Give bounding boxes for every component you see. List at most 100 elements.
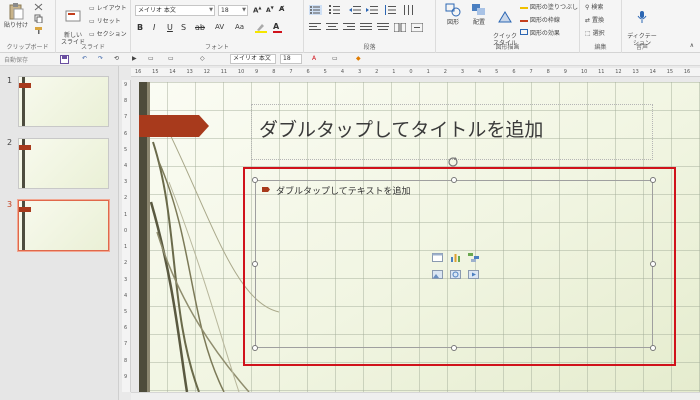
ruler-tick-label: 4 bbox=[124, 292, 128, 299]
format-painter-icon[interactable] bbox=[34, 26, 43, 35]
copy-icon[interactable] bbox=[34, 14, 43, 23]
select-button[interactable]: ⬚ 選択 bbox=[585, 28, 605, 37]
mini-fill-icon[interactable]: ◆ bbox=[356, 55, 361, 62]
ruler-tick-label: 9 bbox=[255, 69, 259, 75]
find-button[interactable]: ⚲ 検索 bbox=[585, 2, 603, 11]
columns-icon[interactable] bbox=[394, 23, 406, 32]
distributed-icon[interactable] bbox=[377, 23, 389, 32]
ruler-tick-label: 2 bbox=[375, 69, 379, 75]
shrink-font-button[interactable]: A▼ bbox=[266, 5, 274, 14]
ruler-tick-label: 9 bbox=[563, 69, 567, 75]
mini-font-color-icon[interactable]: A bbox=[312, 55, 316, 62]
paragraph-group: 段落 bbox=[304, 0, 436, 53]
shape-outline-button[interactable]: 図形の枠線 bbox=[520, 15, 560, 24]
title-flag-arrow bbox=[139, 115, 209, 137]
undo-icon[interactable]: ↶ bbox=[82, 55, 87, 62]
ruler-tick-label: 10 bbox=[580, 69, 588, 75]
ruler-tick-label: 2 bbox=[443, 69, 447, 75]
font-color-button[interactable]: A bbox=[273, 22, 282, 33]
repeat-icon[interactable]: ⟲ bbox=[114, 55, 119, 62]
highlight-button[interactable] bbox=[255, 22, 267, 35]
ruler-tick-label: 16 bbox=[683, 69, 691, 75]
ribbon: 貼り付け クリップボード 新しい スライド ▭ レイアウト ▭ リセット ▭ セ… bbox=[0, 0, 700, 53]
mini-font-select[interactable]: メイリオ 本文 bbox=[230, 54, 276, 64]
dictate-button[interactable]: ディクテー ション bbox=[626, 3, 658, 47]
shadow-button[interactable]: S bbox=[181, 23, 186, 32]
chevron-down-icon: ▼ bbox=[209, 7, 213, 13]
shape-outline-label: 図形の枠線 bbox=[529, 17, 560, 24]
slide-thumbnail-3[interactable] bbox=[18, 200, 109, 251]
underline-button[interactable]: U bbox=[167, 23, 173, 32]
layout-button[interactable]: ▭ レイアウト bbox=[89, 3, 127, 12]
font-name-select[interactable]: メイリオ 本文 ▼ bbox=[135, 5, 215, 16]
horizontal-scrollbar[interactable] bbox=[131, 392, 700, 400]
title-placeholder[interactable]: ダブルタップしてタイトルを追加 bbox=[251, 104, 653, 160]
text-direction-icon[interactable] bbox=[402, 5, 414, 15]
shapes-icon bbox=[445, 3, 461, 17]
mini-size-select[interactable]: 18 bbox=[280, 54, 302, 64]
ruler-tick-label: 5 bbox=[124, 308, 128, 315]
slide-thumbnail-2[interactable] bbox=[18, 138, 109, 189]
italic-button[interactable]: I bbox=[153, 23, 155, 32]
bold-button[interactable]: B bbox=[137, 23, 143, 32]
arrange-button[interactable]: 配置 bbox=[468, 3, 490, 26]
align-center-icon[interactable] bbox=[326, 23, 338, 32]
align-left-icon[interactable] bbox=[309, 23, 321, 32]
play-icon[interactable]: ▶ bbox=[132, 55, 137, 62]
ruler-tick-label: 4 bbox=[124, 163, 128, 170]
increase-indent-icon[interactable] bbox=[366, 5, 378, 15]
save-icon[interactable] bbox=[60, 55, 69, 64]
font-size-select[interactable]: 18 ▼ bbox=[218, 5, 248, 16]
microphone-icon bbox=[637, 11, 647, 23]
cut-icon[interactable] bbox=[34, 3, 43, 11]
line-spacing-icon[interactable] bbox=[384, 5, 396, 15]
slide-thumbnail-1[interactable] bbox=[18, 76, 109, 127]
new-icon[interactable]: ▭ bbox=[148, 55, 154, 62]
ruler-tick-label: 7 bbox=[124, 341, 128, 348]
drawing-group-label: 図形描画 bbox=[495, 44, 520, 51]
redo-icon[interactable]: ↷ bbox=[98, 55, 103, 62]
bullets-icon[interactable] bbox=[309, 5, 322, 15]
horizontal-ruler: 16 15 14 13 12 11 10 9 8 7 6 5 4 3 2 1 0 1 2 3 4 5 6 7 8 9 10 11 12 1… bbox=[131, 68, 700, 77]
align-text-icon[interactable] bbox=[411, 23, 423, 32]
replace-label: 置換 bbox=[591, 17, 604, 24]
slides-group: 新しい スライド ▭ レイアウト ▭ リセット ▭ セクション スライド bbox=[56, 0, 131, 53]
ruler-tick-label: 12 bbox=[203, 69, 210, 75]
section-button[interactable]: ▭ セクション bbox=[89, 29, 127, 38]
justify-icon[interactable] bbox=[360, 23, 372, 32]
clear-format-button[interactable]: A̸ bbox=[279, 5, 284, 13]
chevron-down-icon: ▼ bbox=[242, 7, 246, 13]
ruler-tick-label: 16 bbox=[135, 69, 142, 75]
shape-effect-button[interactable]: 図形の効果 bbox=[520, 28, 560, 37]
ruler-tick-label: 1 bbox=[124, 244, 128, 251]
open-icon[interactable]: ▭ bbox=[168, 55, 174, 62]
effect-icon bbox=[520, 29, 528, 35]
ruler-tick-label: 7 bbox=[124, 114, 128, 121]
shape-fill-button[interactable]: 図形の塗りつぶし bbox=[520, 2, 578, 11]
replace-icon: ⇄ bbox=[585, 17, 591, 24]
strikethrough-button[interactable]: ab bbox=[195, 23, 205, 32]
quick-style-button[interactable]: クイック スタイル bbox=[492, 3, 518, 47]
mini-size-value: 18 bbox=[283, 55, 291, 62]
decrease-indent-icon[interactable] bbox=[349, 5, 361, 15]
mini-border-icon[interactable]: ▭ bbox=[332, 55, 338, 62]
shape-icon[interactable]: ◇ bbox=[200, 55, 205, 62]
font-group: メイリオ 本文 ▼ 18 ▼ A▲ A▼ A̸ B I U S ab AV Aa A… bbox=[131, 0, 304, 53]
change-case-button[interactable]: Aa bbox=[235, 23, 244, 31]
ruler-tick-label: 0 bbox=[124, 227, 128, 234]
reset-button[interactable]: ▭ リセット bbox=[89, 16, 121, 25]
autosave-label: 自動保存 bbox=[4, 57, 29, 64]
shapes-button[interactable]: 図形 bbox=[442, 3, 464, 26]
align-right-icon[interactable] bbox=[343, 23, 355, 32]
grow-font-button[interactable]: A▲ bbox=[253, 5, 262, 14]
slides-group-label: スライド bbox=[80, 44, 105, 51]
replace-button[interactable]: ⇄ 置換 bbox=[585, 15, 604, 24]
new-slide-button[interactable]: 新しい スライド bbox=[60, 2, 86, 46]
shape-fill-label: 図形の塗りつぶし bbox=[529, 4, 578, 11]
numbering-icon[interactable] bbox=[329, 5, 341, 15]
collapse-ribbon-button[interactable]: ∧ bbox=[690, 42, 694, 49]
paste-button[interactable]: 貼り付け bbox=[4, 2, 28, 29]
slides-panel: 1 2 3 bbox=[0, 66, 119, 400]
char-spacing-button[interactable]: AV bbox=[215, 23, 224, 31]
voice-group-label: 音声 bbox=[635, 44, 648, 51]
